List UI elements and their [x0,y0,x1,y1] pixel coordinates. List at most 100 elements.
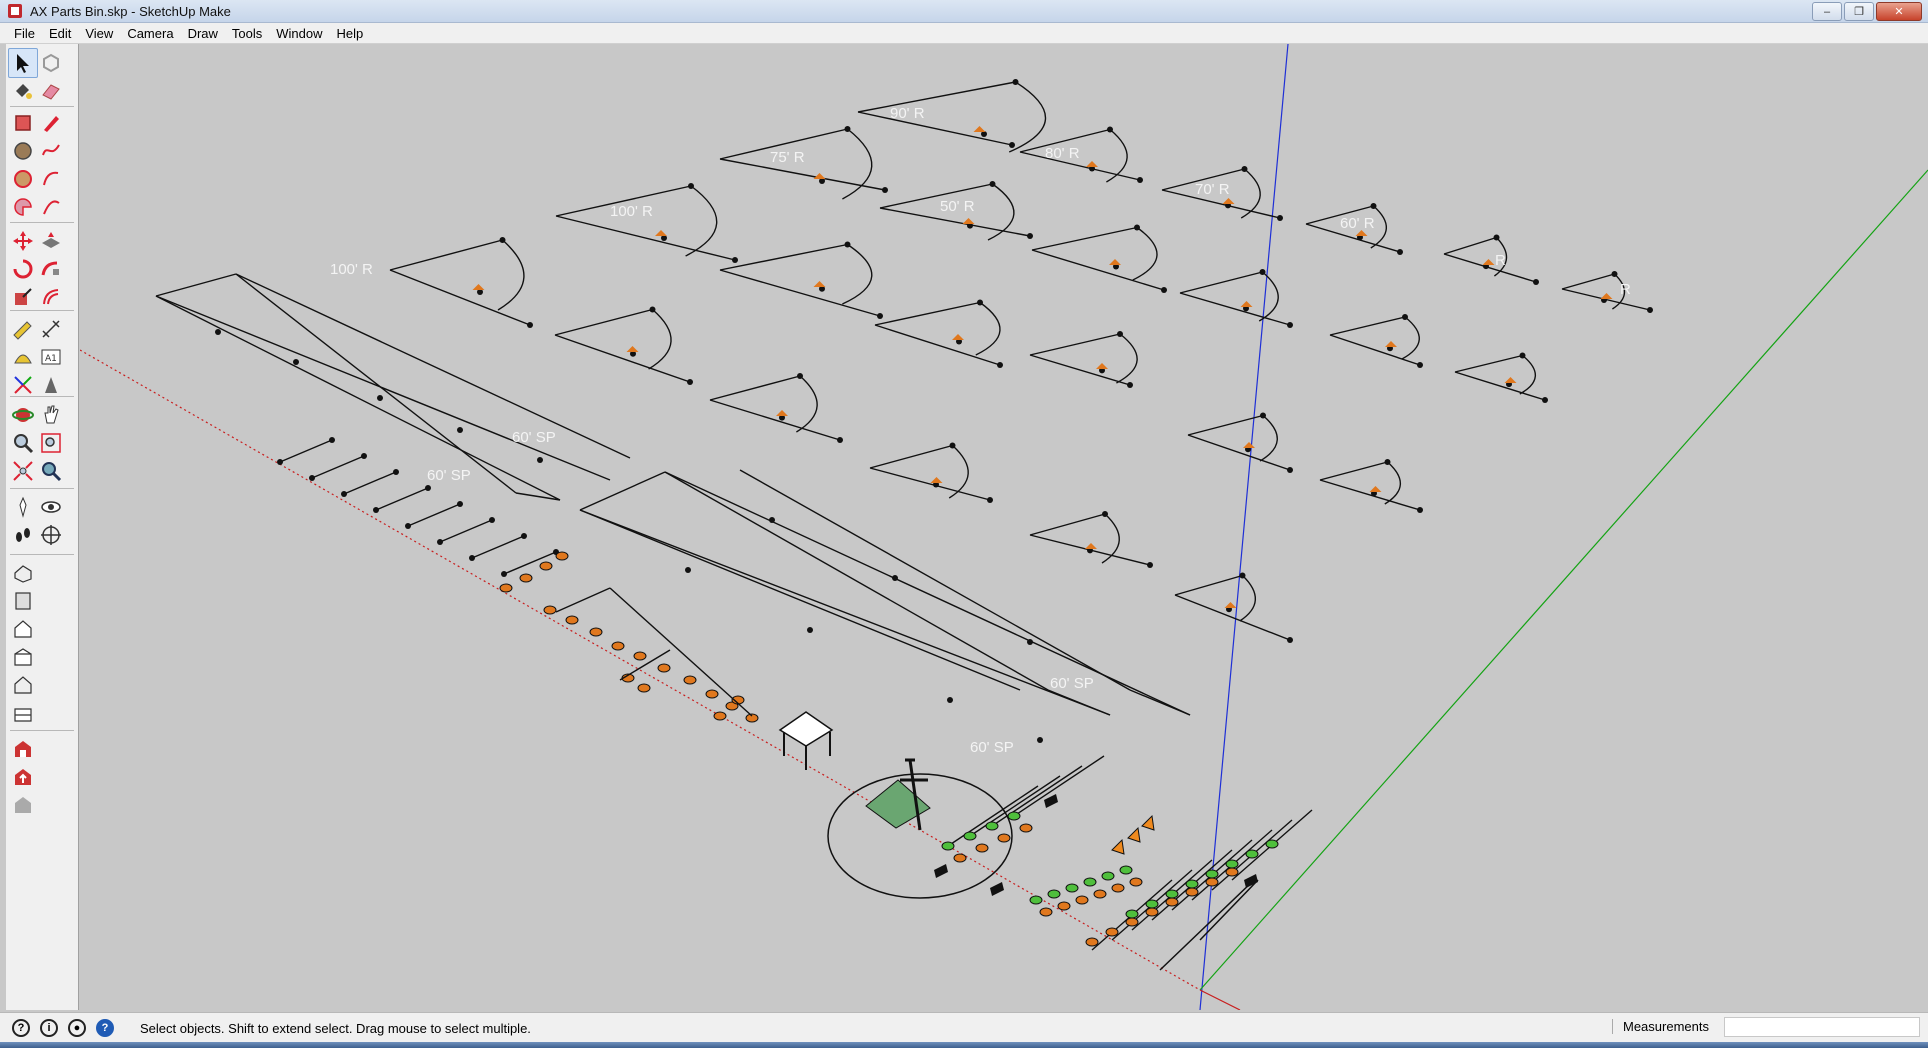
orange-fixture [1145,907,1159,917]
share-model-tool[interactable] [8,762,38,792]
user-account-icon[interactable]: ● [68,1019,86,1037]
zoom-tool[interactable] [8,428,38,458]
vertex-marker [1287,637,1293,643]
back-view[interactable] [8,670,38,700]
vertex-marker [1260,412,1266,419]
previous-view-tool[interactable] [36,456,66,486]
menu-tools[interactable]: Tools [225,26,269,41]
rotate-tool[interactable] [8,254,38,284]
fixture-bar [471,535,525,559]
orbit-tool[interactable] [8,400,38,430]
truss-node [377,395,383,401]
dimension-label: 100' R [330,261,373,278]
red-axis [1199,989,1241,1010]
zoom-extents-tool[interactable] [8,456,38,486]
back-house-icon [14,676,32,694]
geo-location-icon[interactable]: ? [12,1019,30,1037]
green-stage [865,779,931,829]
section-plane-tool[interactable] [36,520,66,550]
arc-leg [389,239,503,271]
arc-base-marker [655,230,667,236]
paint-bucket-tool[interactable] [8,76,38,106]
two-point-arc-tool[interactable] [36,192,66,222]
arc-chord [1029,354,1131,386]
warehouse-tool[interactable] [8,734,38,764]
previous-icon [42,462,62,482]
rectangle-tool[interactable] [8,108,38,138]
tape-measure-icon [13,321,32,340]
axes-icon [14,376,32,394]
orange-fixture [543,605,557,615]
iso-view[interactable] [8,558,38,588]
top-view[interactable] [8,586,38,616]
position-camera-tool[interactable] [8,492,38,522]
green-fixture [1047,889,1061,899]
truss-node [685,567,691,573]
minimize-icon[interactable]: – [1812,2,1842,21]
vertex-marker [949,442,956,449]
offset-tool[interactable] [36,282,66,312]
extension-warehouse-tool[interactable] [8,790,38,820]
arc-leg [1561,273,1615,290]
pan-tool[interactable] [36,400,66,430]
zoom-window-tool[interactable] [36,428,66,458]
arc-leg [874,301,981,326]
freehand-tool[interactable] [36,136,66,166]
menu-view[interactable]: View [78,26,120,41]
eraser-tool[interactable] [36,76,66,106]
credits-icon[interactable]: i [40,1019,58,1037]
menu-camera[interactable]: Camera [120,26,180,41]
modeling-viewport[interactable]: 90' R 80' R 70' R 60' R 75' R 50' R 100' R 100'… [80,44,1928,1010]
push-pull-tool[interactable] [36,226,66,256]
menu-draw[interactable]: Draw [181,26,225,41]
tape-measure-tool[interactable] [8,314,38,344]
arc-chord [709,399,841,441]
push-pull-icon [42,232,60,248]
vertex-marker [1287,467,1293,473]
arc-chord [389,269,531,326]
line-tool[interactable] [36,108,66,138]
scale-tool[interactable] [8,282,38,312]
make-component-tool[interactable] [36,48,66,78]
arc-tool[interactable] [36,164,66,194]
model-scene[interactable]: 90' R 80' R 70' R 60' R 75' R 50' R 100' R 100'… [80,44,1928,1010]
text-tool[interactable]: A1 [36,342,66,372]
footprints-icon [16,528,30,542]
front-view[interactable] [8,614,38,644]
follow-me-icon [41,261,59,276]
share-model-icon [15,769,31,785]
arc-base-marker [930,477,943,483]
measurements-input[interactable] [1724,1017,1920,1037]
close-icon[interactable]: ✕ [1876,2,1922,21]
menu-file[interactable]: File [0,26,42,41]
restore-icon[interactable]: ❐ [1844,2,1874,21]
dimension-tool[interactable] [36,314,66,344]
circle-tool[interactable] [8,136,38,166]
arc-chord [1174,594,1291,641]
dimension-icon [42,320,60,338]
truss-node [947,697,953,703]
walk-tool[interactable] [8,520,38,550]
protractor-tool[interactable] [8,342,38,372]
right-view[interactable] [8,642,38,672]
green-fixture [1065,883,1079,893]
select-tool[interactable] [8,48,38,78]
menu-help[interactable]: Help [330,26,371,41]
fixture-line [991,765,1083,827]
look-around-tool[interactable] [36,492,66,522]
pie-tool[interactable] [8,192,38,222]
follow-me-tool[interactable] [36,254,66,284]
help-icon[interactable]: ? [96,1019,114,1037]
fixture-line [947,785,1039,847]
move-tool[interactable] [8,226,38,256]
black-fixture [1044,794,1058,808]
arc-leg [1329,316,1406,336]
menu-edit[interactable]: Edit [42,26,78,41]
left-view[interactable] [8,698,38,728]
arc-curve [1240,168,1261,219]
orange-fixture [1105,927,1119,937]
polygon-tool[interactable] [8,164,38,194]
green-axis [1199,169,1928,991]
arc-chord [1031,249,1165,291]
menu-window[interactable]: Window [269,26,329,41]
